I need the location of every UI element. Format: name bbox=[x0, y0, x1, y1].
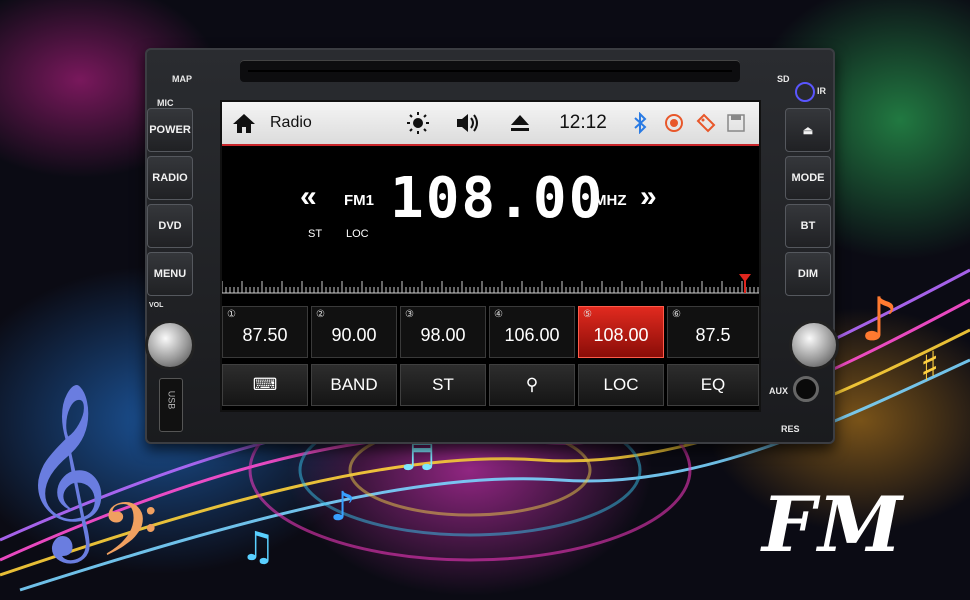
usb-label: USB bbox=[166, 390, 177, 410]
svg-text:♪: ♪ bbox=[330, 484, 356, 530]
volume-icon[interactable] bbox=[454, 102, 482, 144]
res-label: RES bbox=[781, 424, 800, 434]
search-icon: ⚲ bbox=[525, 375, 539, 394]
preset-frequency: 87.5 bbox=[695, 325, 731, 345]
svg-text:♪: ♪ bbox=[860, 285, 898, 355]
tune-knob[interactable] bbox=[789, 320, 839, 370]
preset-1[interactable]: ① 87.50 bbox=[222, 306, 308, 358]
brightness-icon[interactable] bbox=[404, 102, 432, 144]
fm-banner: FM bbox=[762, 480, 905, 569]
status-title: Radio bbox=[270, 114, 312, 131]
bluetooth-icon bbox=[630, 102, 650, 144]
frequency-ruler[interactable] bbox=[222, 272, 759, 294]
frequency-display: 108.00 bbox=[390, 166, 605, 231]
save-icon bbox=[724, 102, 748, 144]
menu-button[interactable]: MENU bbox=[147, 252, 193, 296]
mic-label: MIC bbox=[157, 98, 174, 108]
preset-frequency: 108.00 bbox=[593, 325, 649, 345]
preset-number: ① bbox=[227, 309, 236, 320]
eq-button[interactable]: EQ bbox=[667, 364, 759, 406]
record-icon bbox=[662, 102, 686, 144]
ir-sensor bbox=[795, 82, 815, 102]
loc-button[interactable]: LOC bbox=[578, 364, 664, 406]
dvd-button[interactable]: DVD bbox=[147, 204, 193, 248]
preset-frequency: 98.00 bbox=[420, 325, 466, 345]
eject-icon[interactable] bbox=[506, 102, 534, 144]
preset-number: ⑥ bbox=[672, 309, 681, 320]
preset-frequency: 90.00 bbox=[331, 325, 377, 345]
treble-clef-icon: 𝄞 bbox=[20, 382, 109, 564]
st-button[interactable]: ST bbox=[400, 364, 486, 406]
aux-jack[interactable] bbox=[793, 376, 819, 402]
status-bar: Radio 12:12 bbox=[222, 102, 759, 146]
bt-button[interactable]: BT bbox=[785, 204, 831, 248]
tag-icon bbox=[694, 102, 718, 144]
home-icon[interactable] bbox=[230, 102, 258, 144]
local-indicator: LOC bbox=[346, 228, 369, 240]
keyboard-button[interactable]: ⌨ bbox=[222, 364, 308, 406]
preset-number: ② bbox=[316, 309, 325, 320]
preset-3[interactable]: ③ 98.00 bbox=[400, 306, 486, 358]
radio-button[interactable]: RADIO bbox=[147, 156, 193, 200]
sd-label: SD bbox=[777, 74, 790, 84]
eject-button[interactable]: ⏏ bbox=[785, 108, 831, 152]
disc-slot bbox=[240, 60, 740, 82]
unit-label: MHZ bbox=[594, 192, 627, 209]
map-label: MAP bbox=[172, 74, 192, 84]
preset-5[interactable]: ⑤ 108.00 bbox=[578, 306, 664, 358]
stereo-indicator: ST bbox=[308, 228, 323, 240]
preset-6[interactable]: ⑥ 87.5 bbox=[667, 306, 759, 358]
preset-4[interactable]: ④ 106.00 bbox=[489, 306, 575, 358]
vol-label: VOL bbox=[149, 302, 164, 309]
aux-label: AUX bbox=[769, 386, 789, 396]
preset-frequency: 106.00 bbox=[504, 325, 560, 345]
band-label: FM1 bbox=[344, 192, 374, 209]
preset-number: ③ bbox=[405, 309, 414, 320]
seek-forward-icon[interactable]: » bbox=[640, 180, 657, 214]
keyboard-icon: ⌨ bbox=[252, 375, 278, 394]
svg-text:♯: ♯ bbox=[920, 344, 939, 390]
band-button[interactable]: BAND bbox=[311, 364, 397, 406]
volume-knob[interactable] bbox=[145, 320, 195, 370]
display-screen: Radio 12:12 « FM1 108.00 MHZ » ST LOC ① … bbox=[220, 100, 761, 412]
search-button[interactable]: ⚲ bbox=[489, 364, 575, 406]
mode-button[interactable]: MODE bbox=[785, 156, 831, 200]
preset-number: ④ bbox=[494, 309, 503, 320]
ir-label: IR bbox=[817, 86, 826, 96]
tuner-display: « FM1 108.00 MHZ » ST LOC bbox=[222, 146, 759, 266]
bass-clef-icon: 𝄢 bbox=[100, 487, 158, 592]
preset-row: ① 87.50 ② 90.00 ③ 98.00 ④ 106.00 ⑤ 108.0… bbox=[222, 306, 759, 358]
head-unit: MAP MIC SD IR POWER RADIO DVD MENU VOL U… bbox=[145, 48, 839, 444]
function-row: ⌨ BAND ST ⚲ LOC EQ bbox=[222, 364, 759, 406]
preset-number: ⑤ bbox=[583, 309, 592, 320]
dim-button[interactable]: DIM bbox=[785, 252, 831, 296]
preset-2[interactable]: ② 90.00 bbox=[311, 306, 397, 358]
clock: 12:12 bbox=[559, 112, 607, 133]
power-button[interactable]: POWER bbox=[147, 108, 193, 152]
svg-text:♫: ♫ bbox=[240, 524, 276, 570]
preset-frequency: 87.50 bbox=[242, 325, 288, 345]
seek-back-icon[interactable]: « bbox=[300, 180, 317, 214]
usb-port: USB bbox=[159, 378, 183, 432]
